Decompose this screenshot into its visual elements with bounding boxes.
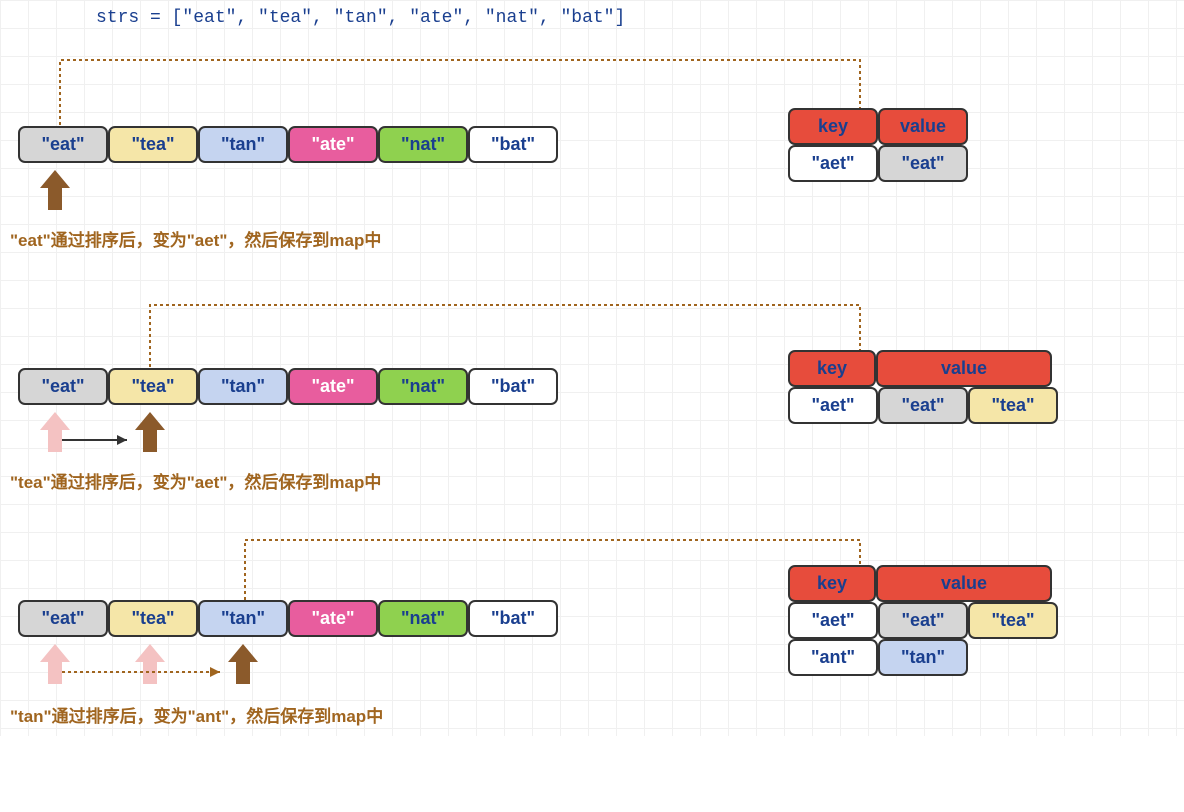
arr-cell: "eat"	[18, 600, 108, 637]
step1-caption: "eat"通过排序后，变为"aet"，然后保存到map中	[10, 226, 381, 251]
arr-cell: "tea"	[108, 600, 198, 637]
map-value: "tea"	[968, 602, 1058, 639]
arr-cell: "ate"	[288, 600, 378, 637]
arr-cell: "eat"	[18, 368, 108, 405]
map-header-value: value	[876, 350, 1052, 387]
map-key: "aet"	[788, 145, 878, 182]
map-header-value: value	[878, 108, 968, 145]
map-header-value: value	[876, 565, 1052, 602]
map-value: "eat"	[878, 602, 968, 639]
array-row-2: "eat" "tea" "tan" "ate" "nat" "bat"	[18, 368, 558, 405]
arr-cell: "nat"	[378, 368, 468, 405]
array-row-3: "eat" "tea" "tan" "ate" "nat" "bat"	[18, 600, 558, 637]
arr-cell: "eat"	[18, 126, 108, 163]
array-row-1: "eat" "tea" "tan" "ate" "nat" "bat"	[18, 126, 558, 163]
map-key: "ant"	[788, 639, 878, 676]
move-arrow-3	[62, 662, 362, 812]
arr-cell: "tan"	[198, 600, 288, 637]
arr-cell: "ate"	[288, 126, 378, 163]
map-value: "tan"	[878, 639, 968, 676]
move-arrow-2	[62, 430, 362, 580]
map-table-2: key value "aet" "eat" "tea"	[788, 350, 1058, 424]
arr-cell: "ate"	[288, 368, 378, 405]
map-key: "aet"	[788, 602, 878, 639]
map-header-key: key	[788, 350, 876, 387]
step3-caption: "tan"通过排序后，变为"ant"，然后保存到map中	[10, 702, 383, 727]
step2-caption: "tea"通过排序后，变为"aet"，然后保存到map中	[10, 468, 381, 493]
arr-cell: "tea"	[108, 126, 198, 163]
arr-cell: "nat"	[378, 600, 468, 637]
arr-cell: "tea"	[108, 368, 198, 405]
arr-cell: "tan"	[198, 126, 288, 163]
map-header-key: key	[788, 108, 878, 145]
map-value: "eat"	[878, 145, 968, 182]
map-header-key: key	[788, 565, 876, 602]
arr-cell: "bat"	[468, 600, 558, 637]
arr-cell: "bat"	[468, 368, 558, 405]
map-value: "tea"	[968, 387, 1058, 424]
map-table-3: key value "aet" "eat" "tea" "ant" "tan"	[788, 565, 1058, 676]
arr-cell: "tan"	[198, 368, 288, 405]
map-value: "eat"	[878, 387, 968, 424]
arr-cell: "nat"	[378, 126, 468, 163]
map-key: "aet"	[788, 387, 878, 424]
map-table-1: key value "aet" "eat"	[788, 108, 968, 182]
arr-cell: "bat"	[468, 126, 558, 163]
